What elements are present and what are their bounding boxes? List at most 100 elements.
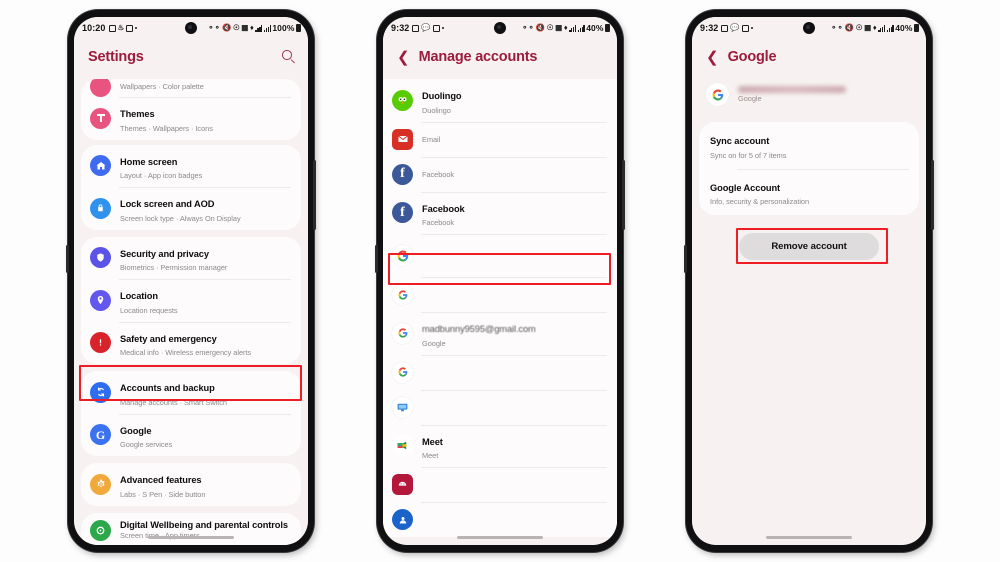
mute-icon: 🔇 [844,23,855,33]
list-item-sync-account[interactable]: Sync account Sync on for 5 of 7 items [699,122,919,169]
facebook-icon: f [392,202,413,224]
list-item[interactable] [383,277,617,312]
bell-icon: ♨ [117,23,125,33]
more-dot-icon [441,27,444,29]
nfc-icon: ▦ [864,23,872,33]
camera-punch-hole [185,22,197,34]
signal-bars-sim2-icon [886,24,894,32]
list-item[interactable] [383,389,617,425]
list-item-title: Advanced features [120,475,202,485]
list-item[interactable]: Duolingo Duolingo [383,79,617,122]
list-item-title: Digital Wellbeing and parental controls [120,519,288,530]
sidebar-item-home-screen[interactable]: Home screen Layout · App icon badges [81,145,301,188]
status-clock: 9:32 [700,23,719,33]
search-icon[interactable] [282,50,296,64]
home-indicator [457,536,543,539]
home-indicator [148,536,234,539]
battery-icon [914,24,919,32]
phone-1-settings: 10:20 ♨ ⚬⚬ 🔇 ☉ ▦ ♦ 100% Settings Wallpap… [66,10,316,552]
glasses-icon: ⚬⚬ [521,23,535,33]
facebook-icon: f [392,163,413,185]
sidebar-item-security-and-privacy[interactable]: Security and privacy Biometrics · Permis… [81,237,301,280]
google-g-icon [392,245,413,266]
phone-1-header: Settings [74,39,308,79]
list-item-subtitle: Location requests [120,305,178,315]
wallpaper-icon [90,79,111,97]
list-item-subtitle: Biometrics · Permission manager [120,263,228,272]
redacted-email-bar [738,85,846,93]
sidebar-item-themes[interactable]: Themes Themes · Wallpapers · Icons [81,97,301,140]
home-indicator [766,536,852,539]
vibrate-icon: ☉ [855,23,863,33]
chevron-left-icon[interactable]: ❮ [397,50,410,65]
list-item[interactable] [383,467,617,502]
wallpaper-card-partial: Wallpapers · Color palette Themes Themes… [81,79,301,140]
mute-icon: 🔇 [222,23,232,33]
google-g-icon [392,361,413,383]
list-item[interactable]: f Facebook [383,156,617,192]
list-item[interactable]: f Facebook Facebook [383,191,617,235]
signal-bars-sim1-icon [255,24,263,32]
list-item-title: Accounts and backup [120,383,215,393]
google-g-icon [706,83,729,106]
phone-1-screen: 10:20 ♨ ⚬⚬ 🔇 ☉ ▦ ♦ 100% Settings Wallpap… [74,17,308,545]
sidebar-item-safety-and-emergency[interactable]: Safety and emergency Medical info · Wire… [81,321,301,365]
list-item[interactable] [383,502,617,537]
list-item-subtitle: Layout · App icon badges [120,171,203,180]
google-g-icon [392,284,413,305]
list-item-title: Google Account [710,182,781,193]
phone-3-google-account: 9:32 💬 ⚬⚬ 🔇 ☉ ▦ ♦ 40% ❮ Google Google Sy… [684,10,934,552]
duolingo-icon [392,89,413,111]
list-item[interactable] [383,354,617,390]
list-item[interactable]: Meet Meet [383,424,617,468]
chat-icon: 💬 [421,23,431,33]
instagram-icon [741,24,749,32]
list-item-title: Duolingo [422,91,462,101]
gallery-icon [412,24,420,32]
status-notification-icons: ♨ [108,23,138,33]
sidebar-item-lock-screen[interactable]: Lock screen and AOD Screen lock type · A… [81,187,301,230]
list-item-subtitle: Email [422,135,441,145]
wifi-calling-icon: ♦ [872,23,877,33]
instagram-icon [126,24,134,32]
blue-account-icon [392,509,413,530]
list-item-subtitle: Google [422,338,446,348]
accounts-list: Duolingo Duolingo Email f Facebook f Fac… [383,79,617,537]
list-item-google-selected[interactable] [383,234,617,277]
monitor-icon [392,396,413,418]
gallery-icon [721,24,729,32]
screenshot-stage: 10:20 ♨ ⚬⚬ 🔇 ☉ ▦ ♦ 100% Settings Wallpap… [0,0,1000,562]
sidebar-item-advanced-features[interactable]: Advanced features Labs · S Pen · Side bu… [81,463,301,506]
chevron-left-icon[interactable]: ❮ [706,50,719,65]
sidebar-item-digital-wellbeing[interactable]: Digital Wellbeing and parental controls … [81,513,301,546]
list-item-subtitle: Facebook [422,218,455,227]
status-system-icons: ⚬⚬ 🔇 ☉ ▦ ♦ 40% [831,23,919,33]
sidebar-item-google[interactable]: G Google Google services [81,413,301,457]
phone-2-manage-accounts: 9:32 💬 ⚬⚬ 🔇 ☉ ▦ ♦ 40% ❮ Manage accounts … [375,10,625,552]
account-options-card: Sync account Sync on for 5 of 7 items Go… [699,122,919,215]
wifi-calling-icon: ♦ [249,23,254,33]
advanced-card: Advanced features Labs · S Pen · Side bu… [81,463,301,506]
list-item-subtitle: Info, security & personalization [710,197,810,206]
sidebar-item-accounts-and-backup[interactable]: Accounts and backup Manage accounts · Sm… [81,371,301,414]
status-system-icons: ⚬⚬ 🔇 ☉ ▦ ♦ 100% [208,23,301,33]
list-item-title: Safety and emergency [120,333,217,344]
list-item[interactable]: Email [383,121,617,157]
battery-percent: 40% [586,23,604,33]
list-item-partial[interactable]: Wallpapers · Color palette [81,79,301,97]
status-notification-icons: 💬 [412,23,444,33]
status-notification-icons: 💬 [721,23,753,33]
sidebar-item-location[interactable]: Location Location requests [81,279,301,322]
camera-punch-hole [803,22,815,34]
list-item-google-account[interactable]: Google Account Info, security & personal… [699,168,919,216]
wifi-calling-icon: ♦ [563,23,568,33]
list-item-subtitle: Facebook [422,170,455,180]
list-item-subtitle: Meet [422,451,439,460]
instagram-icon [432,24,440,32]
chat-icon: 💬 [730,23,740,33]
list-item-subtitle: Google services [120,440,173,449]
vibrate-icon: ☉ [546,23,554,33]
google-g-icon: G [90,424,111,446]
list-item[interactable]: madbunny9595@gmail.com Google [383,312,617,355]
remove-account-button[interactable]: Remove account [739,233,879,260]
